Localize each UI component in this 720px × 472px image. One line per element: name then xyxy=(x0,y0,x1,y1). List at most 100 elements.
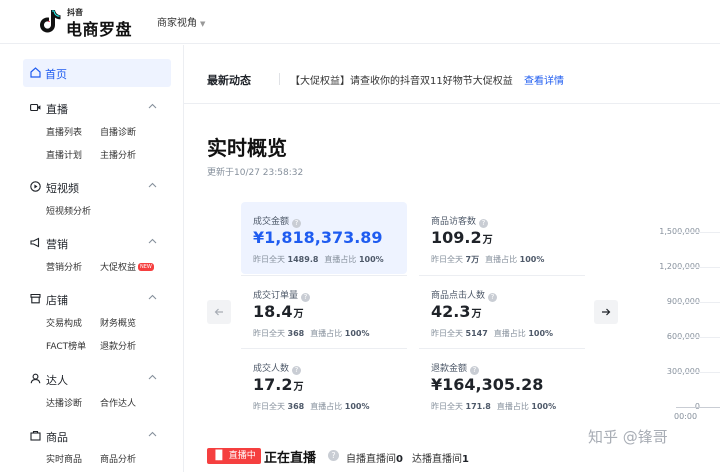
trend-chart[interactable]: 1,500,000 1,200,000 900,000 600,000 300,… xyxy=(628,196,720,426)
metric-label: 商品点击人数? xyxy=(431,288,498,302)
chevron-up-icon xyxy=(148,103,157,109)
update-time: 更新于10/27 23:58:32 xyxy=(207,168,304,178)
help-icon[interactable]: ? xyxy=(301,293,311,302)
metric-value: ¥1,818,373.89 xyxy=(253,228,383,247)
help-icon[interactable]: ? xyxy=(479,219,489,228)
play-circle-icon xyxy=(30,181,41,192)
metric-value: 18.4万 xyxy=(253,302,304,321)
help-icon[interactable]: ? xyxy=(470,366,480,375)
metric-card-product-clicks[interactable]: 商品点击人数? 42.3万 昨日全天 5147 直播占比 100% xyxy=(419,276,585,348)
news-label: 最新动态 xyxy=(207,74,251,87)
store-icon xyxy=(30,293,41,304)
divider xyxy=(184,103,720,104)
sidebar-item-partner-talent[interactable]: 合作达人 xyxy=(100,396,136,409)
sidebar-item-refund-analysis[interactable]: 退款分析 xyxy=(100,339,136,352)
sidebar-item-finance-overview[interactable]: 财务概览 xyxy=(100,316,136,329)
metric-footnote: 昨日全天 5147 直播占比 100% xyxy=(431,329,554,338)
sidebar-item-short-video-analysis[interactable]: 短视频分析 xyxy=(46,204,91,217)
grid-line xyxy=(676,337,720,338)
x-axis-line xyxy=(676,407,720,408)
chevron-up-icon xyxy=(148,431,157,437)
metric-label: 退款金额? xyxy=(431,361,480,375)
sidebar-group-title: 达人 xyxy=(46,374,68,387)
sidebar-item-realtime-product[interactable]: 实时商品 xyxy=(46,452,82,465)
sidebar-group-title: 直播 xyxy=(46,103,68,116)
talent-live-count: 达播直播间1 xyxy=(412,454,469,465)
sidebar-item-promo-rights[interactable]: 大促权益 NEW xyxy=(100,260,154,273)
grid-line xyxy=(676,232,720,233)
sidebar-item-product-analysis[interactable]: 商品分析 xyxy=(100,452,136,465)
self-live-count: 自播直播间0 xyxy=(346,454,403,465)
brand-name[interactable]: 电商罗盘 xyxy=(66,16,132,40)
chevron-up-icon xyxy=(148,238,157,244)
news-text: 【大促权益】请查收你的抖音双11好物节大促权益 xyxy=(290,76,513,87)
douyin-logo-icon[interactable] xyxy=(36,7,64,35)
new-badge: NEW xyxy=(138,263,154,271)
metric-card-orders[interactable]: 成交订单量? 18.4万 昨日全天 368 直播占比 100% xyxy=(241,276,407,348)
sidebar: 首页 直播 直播列表 自播诊断 直播计划 主播分析 短视频 短视频分析 营销 营… xyxy=(0,45,184,472)
sidebar-item-label: 大促权益 xyxy=(100,263,137,273)
x-tick-label: 00:00 xyxy=(674,412,698,421)
help-icon[interactable]: ? xyxy=(292,366,302,375)
sidebar-item-self-diagnosis[interactable]: 自播诊断 xyxy=(100,125,136,138)
metric-label: 成交订单量? xyxy=(253,288,311,302)
page-title: 实时概览 xyxy=(207,136,287,160)
sidebar-group-title: 店铺 xyxy=(46,294,68,307)
sidebar-item-home[interactable]: 首页 xyxy=(23,59,171,87)
sidebar-item-label: 首页 xyxy=(45,68,67,81)
video-camera-icon xyxy=(30,103,41,112)
sidebar-group-title: 短视频 xyxy=(46,182,79,195)
megaphone-icon xyxy=(30,237,40,248)
watermark-text: 知乎 @锋哥 xyxy=(588,428,668,446)
chevron-up-icon xyxy=(148,182,157,188)
sidebar-group-title: 营销 xyxy=(46,238,68,251)
metric-value: 42.3万 xyxy=(431,302,482,321)
arrow-left-icon xyxy=(214,308,223,316)
live-bars-icon: ▐▌ xyxy=(212,451,226,461)
sidebar-item-fact-ranking[interactable]: FACT榜单 xyxy=(46,339,86,352)
grid-line xyxy=(676,372,720,373)
product-box-icon xyxy=(30,430,41,441)
prev-page-button[interactable] xyxy=(207,300,231,324)
metric-value: 109.2万 xyxy=(431,228,493,247)
metric-footnote: 昨日全天 171.8 直播占比 100% xyxy=(431,402,557,411)
view-switch-dropdown[interactable]: 商家视角 ▼ xyxy=(157,14,205,29)
metric-footnote: 昨日全天 368 直播占比 100% xyxy=(253,329,370,338)
metric-value: ¥164,305.28 xyxy=(431,375,544,394)
arrow-right-icon xyxy=(602,308,611,316)
view-switch-label: 商家视角 xyxy=(157,18,197,29)
help-icon[interactable]: ? xyxy=(488,293,498,302)
chevron-up-icon xyxy=(148,374,157,380)
sidebar-item-live-list[interactable]: 直播列表 xyxy=(46,125,82,138)
live-badge: ▐▌ 直播中 xyxy=(207,448,261,464)
metric-footnote: 昨日全天 7万 直播占比 100% xyxy=(431,255,545,264)
caret-down-icon: ▼ xyxy=(200,20,206,28)
top-header: 抖音 电商罗盘 商家视角 ▼ xyxy=(0,0,720,44)
metric-card-gmv[interactable]: 成交金额? ¥1,818,373.89 昨日全天 1489.8 直播占比 100% xyxy=(241,202,407,274)
live-badge-label: 直播中 xyxy=(228,451,256,461)
grid-line xyxy=(676,267,720,268)
sidebar-item-anchor-analysis[interactable]: 主播分析 xyxy=(100,148,136,161)
home-icon xyxy=(30,67,41,78)
metric-value: 17.2万 xyxy=(253,375,304,394)
sidebar-item-talent-diagnosis[interactable]: 达播诊断 xyxy=(46,396,82,409)
next-page-button[interactable] xyxy=(594,300,618,324)
metric-label: 成交金额? xyxy=(253,214,302,228)
help-icon[interactable]: ? xyxy=(328,450,339,461)
user-icon xyxy=(30,373,41,384)
live-section-title: 正在直播 xyxy=(264,451,317,466)
grid-line xyxy=(676,302,720,303)
sidebar-item-marketing-analysis[interactable]: 营销分析 xyxy=(46,260,82,273)
sidebar-item-live-plan[interactable]: 直播计划 xyxy=(46,148,82,161)
sidebar-item-transaction-composition[interactable]: 交易构成 xyxy=(46,316,82,329)
metric-card-visitors[interactable]: 商品访客数? 109.2万 昨日全天 7万 直播占比 100% xyxy=(419,202,585,274)
sidebar-group-title: 商品 xyxy=(46,431,68,444)
metric-card-refund[interactable]: 退款金额? ¥164,305.28 昨日全天 171.8 直播占比 100% xyxy=(419,349,585,421)
help-icon[interactable]: ? xyxy=(292,219,302,228)
metric-footnote: 昨日全天 1489.8 直播占比 100% xyxy=(253,255,384,264)
news-detail-link[interactable]: 查看详情 xyxy=(524,72,564,87)
chevron-up-icon xyxy=(148,294,157,300)
metric-footnote: 昨日全天 368 直播占比 100% xyxy=(253,402,370,411)
metric-label: 成交人数? xyxy=(253,361,302,375)
metric-card-buyers[interactable]: 成交人数? 17.2万 昨日全天 368 直播占比 100% xyxy=(241,349,407,421)
